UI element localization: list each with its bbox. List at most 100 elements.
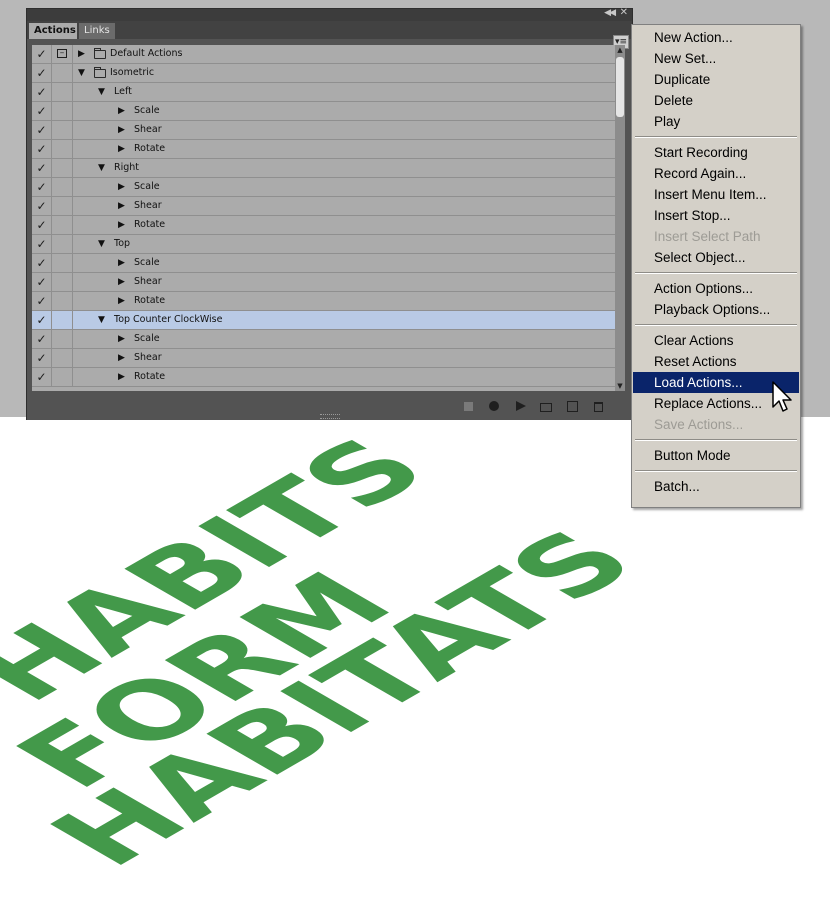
menu-item-delete[interactable]: Delete [633,90,799,111]
toggle-dialog-column[interactable] [52,254,73,272]
action-step-row[interactable]: ✓ ▶ Shear [32,273,615,292]
toggle-dialog-column[interactable] [52,273,73,291]
expand-triangle-icon[interactable]: ▶ [118,273,125,291]
stop-icon[interactable] [462,400,474,412]
action-row[interactable]: ✓ ▼ Top Counter ClockWise [32,311,615,330]
close-icon[interactable]: ✕ [620,7,628,18]
record-icon[interactable] [488,400,500,412]
toggle-item-check-icon[interactable]: ✓ [32,140,52,158]
expand-triangle-icon[interactable]: ▶ [118,197,125,215]
expand-triangle-icon[interactable]: ▶ [118,216,125,234]
action-row[interactable]: ✓ ▼ Right [32,159,615,178]
action-step-row[interactable]: ✓ ▶ Scale [32,102,615,121]
collapse-triangle-icon[interactable]: ▼ [98,311,105,329]
action-step-row[interactable]: ✓ ▶ Rotate [32,368,615,387]
toggle-item-check-icon[interactable]: ✓ [32,102,52,120]
tab-actions[interactable]: Actions [29,23,77,39]
expand-triangle-icon[interactable]: ▶ [118,178,125,196]
expand-triangle-icon[interactable]: ▶ [118,121,125,139]
toggle-item-check-icon[interactable]: ✓ [32,45,52,63]
scroll-up-arrow-icon[interactable]: ▲ [615,45,625,55]
actions-list[interactable]: ✓ – ▶ Default Actions ✓ ▼ Isometric ✓ ▼ Left ✓ ▶ Sca… [32,45,615,391]
toggle-dialog-column[interactable] [52,311,73,329]
tab-links[interactable]: Links [79,23,115,39]
menu-item-play[interactable]: Play [633,111,799,132]
new-set-icon[interactable] [540,400,552,412]
expand-triangle-icon[interactable]: ▶ [118,254,125,272]
menu-item-start-recording[interactable]: Start Recording [633,142,799,163]
scrollbar[interactable]: ▲ ▼ [615,45,625,391]
expand-triangle-icon[interactable]: ▶ [118,330,125,348]
action-row[interactable]: ✓ ▼ Top [32,235,615,254]
toggle-item-check-icon[interactable]: ✓ [32,349,52,367]
resize-grip[interactable] [320,414,340,419]
new-action-icon[interactable] [566,400,578,412]
expand-triangle-icon[interactable]: ▶ [118,140,125,158]
toggle-dialog-column[interactable] [52,235,73,253]
toggle-dialog-column[interactable] [52,178,73,196]
toggle-dialog-column[interactable]: – [52,45,73,63]
menu-item-select-object[interactable]: Select Object... [633,247,799,268]
menu-item-reset-actions[interactable]: Reset Actions [633,351,799,372]
action-set-row[interactable]: ✓ – ▶ Default Actions [32,45,615,64]
play-icon[interactable] [514,400,526,412]
toggle-item-check-icon[interactable]: ✓ [32,159,52,177]
collapse-triangle-icon[interactable]: ▼ [78,64,85,82]
toggle-item-check-icon[interactable]: ✓ [32,311,52,329]
dialog-toggle-icon[interactable]: – [57,49,67,58]
toggle-item-check-icon[interactable]: ✓ [32,330,52,348]
expand-triangle-icon[interactable]: ▶ [118,349,125,367]
toggle-item-check-icon[interactable]: ✓ [32,178,52,196]
action-set-row[interactable]: ✓ ▼ Isometric [32,64,615,83]
toggle-dialog-column[interactable] [52,83,73,101]
toggle-item-check-icon[interactable]: ✓ [32,368,52,386]
collapse-icon[interactable]: ◀◀ [604,8,616,18]
action-step-row[interactable]: ✓ ▶ Shear [32,349,615,368]
toggle-item-check-icon[interactable]: ✓ [32,273,52,291]
action-step-row[interactable]: ✓ ▶ Shear [32,197,615,216]
toggle-dialog-column[interactable] [52,159,73,177]
expand-triangle-icon[interactable]: ▶ [118,102,125,120]
menu-item-action-options[interactable]: Action Options... [633,278,799,299]
toggle-dialog-column[interactable] [52,292,73,310]
menu-item-new-set[interactable]: New Set... [633,48,799,69]
action-step-row[interactable]: ✓ ▶ Rotate [32,292,615,311]
action-step-row[interactable]: ✓ ▶ Scale [32,330,615,349]
toggle-dialog-column[interactable] [52,102,73,120]
menu-item-insert-stop[interactable]: Insert Stop... [633,205,799,226]
toggle-item-check-icon[interactable]: ✓ [32,292,52,310]
toggle-item-check-icon[interactable]: ✓ [32,197,52,215]
menu-item-record-again[interactable]: Record Again... [633,163,799,184]
toggle-dialog-column[interactable] [52,349,73,367]
toggle-item-check-icon[interactable]: ✓ [32,121,52,139]
action-step-row[interactable]: ✓ ▶ Rotate [32,216,615,235]
action-row[interactable]: ✓ ▼ Left [32,83,615,102]
toggle-dialog-column[interactable] [52,368,73,386]
collapse-triangle-icon[interactable]: ▼ [98,83,105,101]
toggle-dialog-column[interactable] [52,197,73,215]
toggle-item-check-icon[interactable]: ✓ [32,83,52,101]
scroll-down-arrow-icon[interactable]: ▼ [615,381,625,391]
collapse-triangle-icon[interactable]: ▼ [98,159,105,177]
action-step-row[interactable]: ✓ ▶ Rotate [32,140,615,159]
delete-icon[interactable] [592,400,604,412]
toggle-item-check-icon[interactable]: ✓ [32,235,52,253]
toggle-item-check-icon[interactable]: ✓ [32,254,52,272]
scroll-thumb[interactable] [616,57,624,117]
menu-item-insert-menu-item[interactable]: Insert Menu Item... [633,184,799,205]
panel-title-bar[interactable]: ◀◀ ✕ [27,7,632,21]
action-step-row[interactable]: ✓ ▶ Shear [32,121,615,140]
menu-item-playback-options[interactable]: Playback Options... [633,299,799,320]
expand-triangle-icon[interactable]: ▶ [118,292,125,310]
toggle-dialog-column[interactable] [52,121,73,139]
toggle-dialog-column[interactable] [52,140,73,158]
menu-item-clear-actions[interactable]: Clear Actions [633,330,799,351]
expand-triangle-icon[interactable]: ▶ [118,368,125,386]
action-step-row[interactable]: ✓ ▶ Scale [32,178,615,197]
toggle-item-check-icon[interactable]: ✓ [32,216,52,234]
menu-item-new-action[interactable]: New Action... [633,27,799,48]
toggle-dialog-column[interactable] [52,330,73,348]
toggle-dialog-column[interactable] [52,216,73,234]
toggle-item-check-icon[interactable]: ✓ [32,64,52,82]
action-step-row[interactable]: ✓ ▶ Scale [32,254,615,273]
